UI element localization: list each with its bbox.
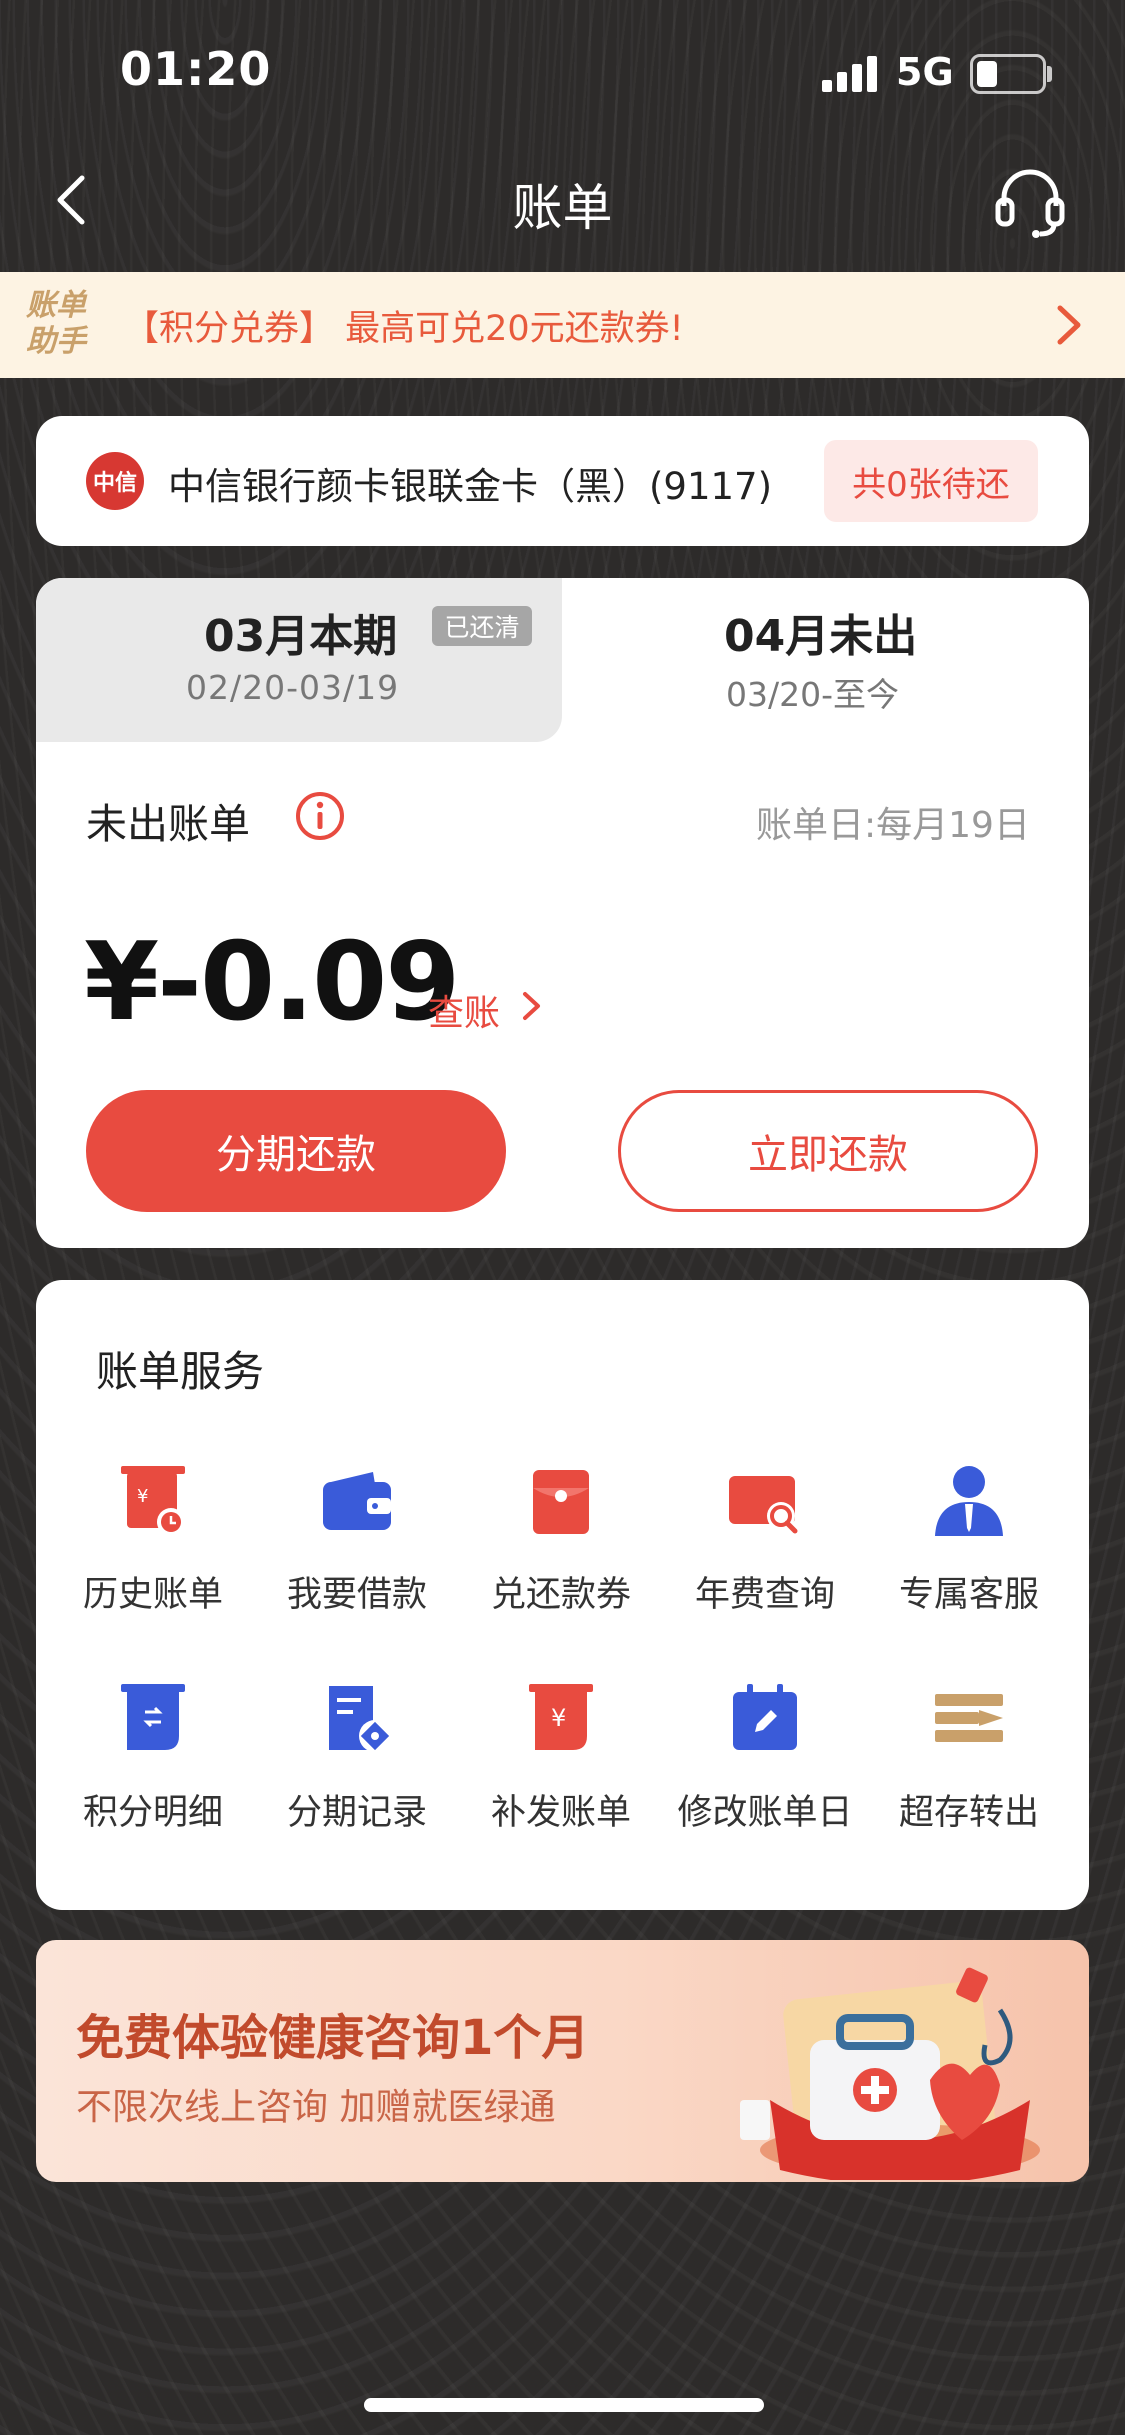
amount: ¥-0.09 — [84, 920, 460, 1045]
status-time: 01:20 — [120, 42, 272, 96]
service-points-detail[interactable]: 积分明细 — [58, 1680, 248, 1850]
calendar-edit-icon — [725, 1680, 805, 1760]
service-annual-fee[interactable]: 年费查询 — [670, 1462, 860, 1632]
medical-kit-illustration — [700, 1950, 1060, 2185]
pending-cards-badge[interactable]: 共0张待还 — [824, 440, 1038, 522]
svg-text:¥: ¥ — [137, 1486, 148, 1507]
repay-now-button[interactable]: 立即还款 — [618, 1090, 1038, 1212]
svg-text:¥: ¥ — [551, 1704, 566, 1732]
transfer-out-icon — [929, 1680, 1009, 1760]
card-search-icon — [725, 1462, 805, 1542]
service-borrow[interactable]: 我要借款 — [262, 1462, 452, 1632]
reissue-bill-icon: ¥ — [521, 1680, 601, 1760]
wallet-icon — [317, 1462, 397, 1542]
services-title: 账单服务 — [96, 1347, 265, 1396]
service-redeem-coupon[interactable]: 兑还款券 — [466, 1462, 656, 1632]
installment-record-icon — [317, 1680, 397, 1760]
home-indicator — [364, 2398, 764, 2412]
battery-icon — [970, 54, 1046, 94]
bank-logo-icon: 中信 — [86, 452, 144, 510]
service-installment-record[interactable]: 分期记录 — [262, 1680, 452, 1850]
service-reissue-bill[interactable]: ¥ 补发账单 — [466, 1680, 656, 1850]
health-banner-title: 免费体验健康咨询1个月 — [76, 2010, 590, 2066]
network-label: 5G — [896, 50, 954, 94]
chevron-right-icon[interactable] — [1050, 302, 1086, 348]
chevron-right-icon[interactable] — [520, 988, 544, 1024]
history-bill-icon: ¥ — [113, 1462, 193, 1542]
health-banner-subtitle: 不限次线上咨询 加赠就医绿通 — [76, 2087, 556, 2128]
battery-cap — [1047, 66, 1052, 82]
unbilled-label: 未出账单 — [86, 800, 250, 848]
check-bill-link[interactable]: 查账 — [428, 984, 500, 1036]
service-exclusive-support[interactable]: 专属客服 — [874, 1462, 1064, 1632]
service-history-bill[interactable]: ¥ 历史账单 — [58, 1462, 248, 1632]
installment-repay-button[interactable]: 分期还款 — [86, 1090, 506, 1212]
billing-day: 账单日:每月19日 — [756, 805, 1030, 846]
tab-next-period[interactable]: 04月未出 — [724, 600, 917, 664]
info-icon[interactable] — [294, 790, 346, 842]
red-envelope-icon — [521, 1462, 601, 1542]
service-excess-transfer[interactable]: 超存转出 — [874, 1680, 1064, 1850]
tab-current-range: 02/20-03/19 — [186, 668, 400, 707]
tab-next-range: 03/20-至今 — [726, 675, 900, 714]
paid-off-badge: 已还清 — [432, 606, 532, 646]
customer-service-button[interactable] — [990, 162, 1070, 242]
promo-text: 【积分兑券】 最高可兑20元还款券! — [124, 309, 684, 349]
signal-icon — [822, 56, 880, 92]
card-name: 中信银行颜卡银联金卡（黑）(9117) — [168, 465, 773, 508]
tab-current-title: 03月本期 — [204, 611, 398, 662]
service-change-billing-day[interactable]: 修改账单日 — [670, 1680, 860, 1850]
headset-icon — [995, 169, 1065, 238]
bill-assistant-logo: 账单 助手 — [26, 288, 86, 359]
page-title: 账单 — [512, 179, 613, 237]
points-icon — [113, 1680, 193, 1760]
agent-icon — [929, 1462, 1009, 1542]
